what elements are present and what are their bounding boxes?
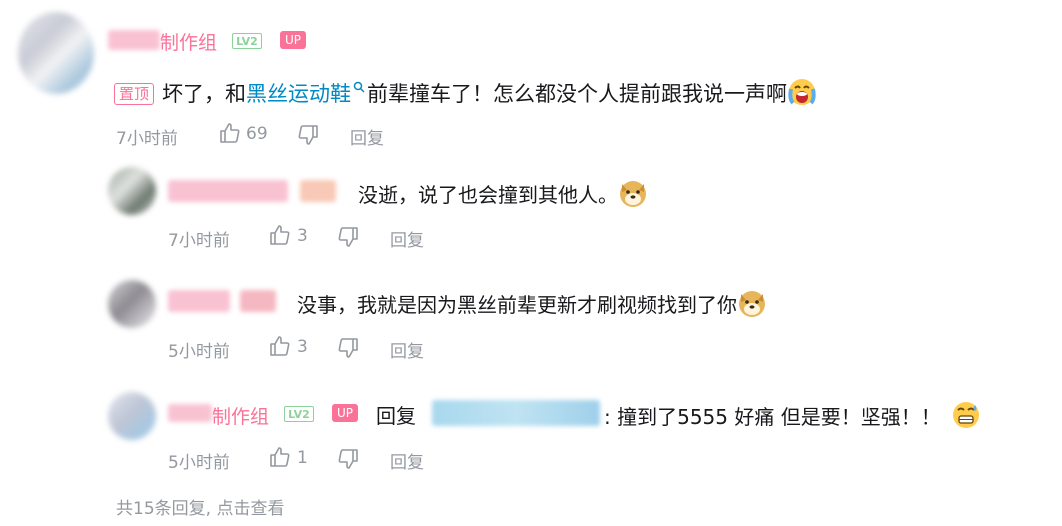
thumbs-down-icon[interactable]: [338, 226, 360, 248]
reply-content: : 撞到了5555 好痛 但是要！坚强！！: [604, 400, 981, 430]
username-suffix[interactable]: 制作组: [212, 402, 269, 429]
username-suffix[interactable]: 制作组: [160, 28, 217, 55]
thumbs-down-icon[interactable]: [338, 337, 360, 359]
reply-button[interactable]: 回复: [350, 124, 384, 149]
thumbs-down-icon[interactable]: [298, 124, 320, 146]
search-icon[interactable]: [353, 81, 365, 93]
thumbs-up-icon[interactable]: [218, 122, 240, 144]
level-badge: LV2: [284, 406, 314, 422]
reply-text: 没事，我就是因为黑丝前辈更新才刷视频找到了你: [297, 293, 737, 317]
comment-time: 7小时前: [116, 129, 178, 149]
doge-icon: [620, 181, 646, 207]
like-count: 69: [246, 124, 268, 144]
avatar[interactable]: [108, 392, 156, 440]
reply-button[interactable]: 回复: [390, 448, 424, 473]
thumbs-down-icon[interactable]: [338, 448, 360, 470]
level-badge: LV2: [232, 33, 262, 49]
comment-text-after: 前辈撞车了！怎么都没个人提前跟我说一声啊: [367, 82, 788, 106]
view-more-replies-link[interactable]: 共15条回复, 点击查看: [116, 494, 284, 519]
up-badge: UP: [280, 31, 306, 49]
thumbs-up-icon[interactable]: [268, 224, 290, 246]
reply-button[interactable]: 回复: [390, 226, 424, 251]
doge-icon: [739, 291, 765, 317]
username-redacted[interactable]: [168, 180, 288, 202]
reply-prefix: 回复: [376, 404, 416, 428]
like-count: 1: [297, 448, 308, 468]
pinned-badge: 置顶: [114, 83, 155, 105]
reply-content: 没逝，说了也会撞到其他人。: [358, 178, 648, 208]
username-redacted-extra: [240, 290, 276, 312]
reply-time: 5小时前: [168, 453, 230, 473]
reply-content: 没事，我就是因为黑丝前辈更新才刷视频找到了你: [297, 288, 767, 318]
reply-target-redacted[interactable]: [432, 400, 600, 426]
reply-text: 没逝，说了也会撞到其他人。: [358, 183, 618, 207]
avatar[interactable]: [108, 280, 156, 328]
sweating-face-icon: [952, 402, 979, 428]
thumbs-up-icon[interactable]: [268, 335, 290, 357]
username-redacted[interactable]: [108, 30, 160, 50]
comment-content: 置顶 坏了，和黑丝运动鞋 前辈撞车了！怎么都没个人提前跟我说一声啊: [114, 77, 817, 108]
reply-time: 7小时前: [168, 231, 230, 251]
avatar[interactable]: [108, 167, 156, 215]
like-count: 3: [297, 226, 308, 246]
reply-text: : 撞到了5555 好痛 但是要！坚强！！: [604, 405, 941, 429]
like-count: 3: [297, 337, 308, 357]
avatar[interactable]: [18, 12, 94, 94]
username-redacted[interactable]: [168, 404, 212, 422]
username-redacted[interactable]: [168, 290, 230, 312]
crying-face-icon: [788, 79, 816, 105]
up-badge: UP: [332, 404, 358, 422]
username-redacted-extra: [300, 180, 336, 202]
comment-text-before: 坏了，和: [162, 82, 247, 106]
reply-button[interactable]: 回复: [390, 337, 424, 362]
thumbs-up-icon[interactable]: [268, 446, 290, 468]
search-link[interactable]: 黑丝运动鞋: [246, 82, 351, 106]
reply-time: 5小时前: [168, 342, 230, 362]
